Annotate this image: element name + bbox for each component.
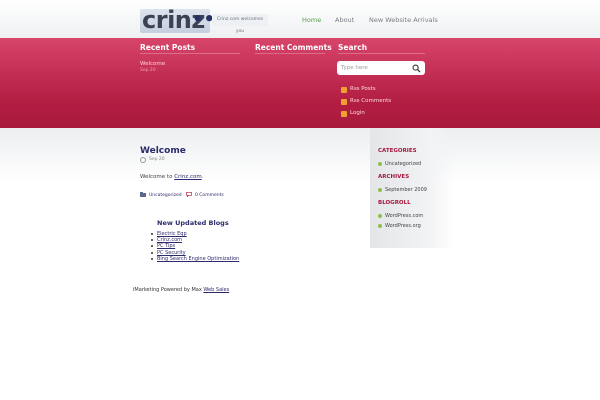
post-title[interactable]: Welcome <box>140 146 186 156</box>
post-category-label: Uncategorized <box>149 193 182 198</box>
blog-link[interactable]: Electric Eqp <box>157 231 187 237</box>
bullet-icon <box>378 213 382 218</box>
archives-heading: ARCHIVES <box>378 174 410 180</box>
site-logo[interactable]: crinz •• <box>140 6 215 34</box>
site-header: crinz •• Crinz.com welcomes you Home Abo… <box>0 0 600 38</box>
category-link[interactable]: Uncategorized <box>378 161 421 167</box>
archive-label: September 2009 <box>385 187 427 193</box>
search-input[interactable] <box>341 61 411 75</box>
login-label: Login <box>350 110 365 116</box>
rss-comments-label: Rss Comments <box>350 98 392 104</box>
login-icon <box>341 111 347 117</box>
bullet-icon <box>378 161 382 166</box>
rss-icon <box>341 87 347 93</box>
search-box <box>337 61 425 75</box>
nav-home[interactable]: Home <box>302 16 321 24</box>
archive-link[interactable]: September 2009 <box>378 187 427 193</box>
divider <box>255 53 325 54</box>
blogroll-label: WordPress.org <box>385 223 421 229</box>
post-date: Sep 20 <box>149 157 165 162</box>
blogroll-link[interactable]: WordPress.org <box>378 223 421 229</box>
blogroll-label: WordPress.com <box>385 213 424 219</box>
folder-icon <box>140 192 146 197</box>
list-item: Bing Search Engine Optimization <box>148 256 239 262</box>
nav-about[interactable]: About <box>335 16 354 24</box>
rss-posts-label: Rss Posts <box>350 86 376 92</box>
site-tagline: Crinz.com welcomes you <box>212 14 268 34</box>
categories-heading: CATEGORIES <box>378 148 417 154</box>
blog-link[interactable]: PC Security <box>157 250 186 256</box>
rss-icon <box>341 99 347 105</box>
footer-text: iMarketing Powered by Max <box>133 287 204 293</box>
post-body-prefix: Welcome to <box>140 174 175 180</box>
content-area <box>0 128 600 400</box>
post-category[interactable]: Uncategorized <box>140 192 182 198</box>
new-blogs-title: New Updated Blogs <box>157 219 229 227</box>
post-body-suffix: . <box>201 174 204 180</box>
search-title: Search <box>338 43 368 52</box>
divider <box>140 53 240 54</box>
blog-link[interactable]: Bing Search Engine Optimization <box>157 256 239 262</box>
post-body-link[interactable]: Crinz.com <box>174 174 202 180</box>
category-label: Uncategorized <box>385 161 422 167</box>
recent-post-date: Sep 20 <box>140 68 156 73</box>
new-blogs-list: Electric Eqp Crinz.com PC Tips PC Securi… <box>148 231 239 262</box>
recent-posts-title: Recent Posts <box>140 43 196 52</box>
blog-link[interactable]: PC Tips <box>157 243 175 249</box>
divider <box>338 53 425 54</box>
blogroll-heading: BLOGROLL <box>378 200 411 206</box>
recent-post-link[interactable]: Welcome <box>140 61 165 67</box>
post-comments-label: 0 Comments <box>195 193 224 198</box>
blog-link[interactable]: Crinz.com <box>157 237 182 243</box>
bullet-icon <box>378 187 382 192</box>
footer-link[interactable]: Web Sales <box>203 287 229 293</box>
post-body: Welcome to Crinz.com. <box>140 174 203 180</box>
bullet-icon <box>378 223 382 228</box>
search-icon[interactable] <box>412 64 421 73</box>
blogroll-link[interactable]: WordPress.com <box>378 213 423 219</box>
footer-credit: iMarketing Powered by Max Web Sales <box>133 287 229 293</box>
nav-new-website-arrivals[interactable]: New Website Arrivals <box>369 16 438 24</box>
post-comments-link[interactable]: 0 Comments <box>186 192 224 198</box>
comment-icon <box>186 192 192 197</box>
clock-icon <box>140 157 146 163</box>
recent-comments-title: Recent Comments <box>255 43 332 52</box>
